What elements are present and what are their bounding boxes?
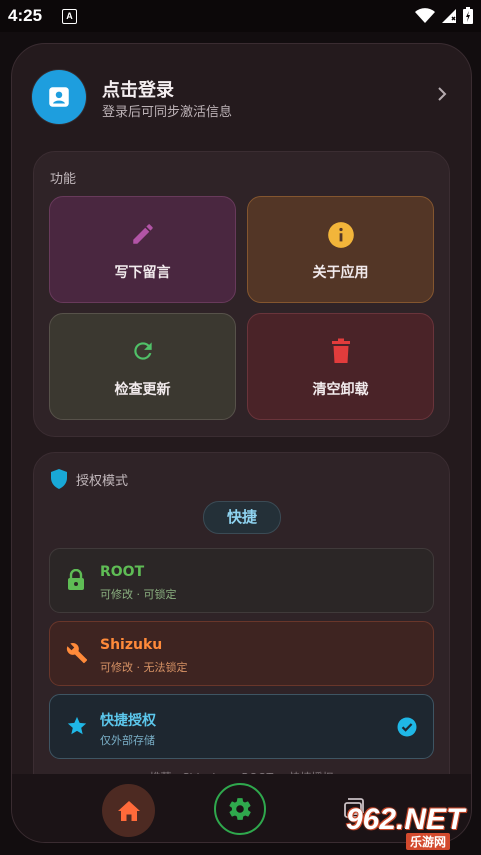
home-icon [117, 800, 140, 821]
nav-home-button[interactable] [102, 784, 155, 837]
auth-mode-card: 授权模式 快捷 ROOT 可修改 · 可锁定 Shizuku 可修改 · 无法锁… [33, 452, 450, 814]
notification-icon: A [62, 9, 77, 24]
main-panel: 点击登录 登录后可同步激活信息 功能 写下留言 关于应用 检查更新 清空卸载 授… [11, 43, 472, 843]
trash-icon [331, 338, 350, 363]
write-message-label: 写下留言 [114, 265, 171, 281]
auth-mode-header: 授权模式 [50, 469, 128, 489]
nav-settings-button[interactable] [214, 783, 266, 835]
status-icons [415, 7, 473, 24]
root-desc: 可修改 · 可锁定 [100, 588, 177, 601]
wifi-icon [415, 7, 435, 23]
refresh-icon [133, 342, 152, 360]
check-update-label: 检查更新 [114, 382, 171, 398]
write-message-button[interactable]: 写下留言 [49, 196, 236, 303]
clear-uninstall-label: 清空卸载 [312, 382, 369, 398]
clear-uninstall-button[interactable]: 清空卸载 [247, 313, 434, 420]
mode-chip[interactable]: 快捷 [203, 501, 281, 534]
status-time: 4:25 [8, 6, 43, 25]
gear-icon [229, 798, 251, 820]
features-card: 功能 写下留言 关于应用 检查更新 清空卸载 [33, 151, 450, 437]
battery-icon [463, 7, 473, 24]
wrench-icon [66, 643, 88, 664]
auth-mode-title: 授权模式 [76, 473, 129, 489]
check-circle-icon [397, 717, 417, 737]
signal-icon [442, 8, 456, 23]
watermark-sub: 乐游网 [406, 833, 451, 850]
status-bar: 4:25 A [0, 0, 481, 32]
shizuku-option[interactable]: Shizuku 可修改 · 无法锁定 [49, 621, 434, 686]
features-title: 功能 [50, 172, 77, 187]
shizuku-title: Shizuku [100, 637, 163, 653]
root-title: ROOT [100, 564, 145, 580]
about-app-button[interactable]: 关于应用 [247, 196, 434, 303]
root-option[interactable]: ROOT 可修改 · 可锁定 [49, 548, 434, 613]
quick-auth-option[interactable]: 快捷授权 仅外部存储 [49, 694, 434, 759]
check-update-button[interactable]: 检查更新 [49, 313, 236, 420]
watermark-main: 962.NET [346, 803, 465, 836]
account-icon [49, 87, 69, 107]
login-subtitle: 登录后可同步激活信息 [102, 105, 233, 120]
star-icon [67, 716, 87, 735]
quick-auth-title: 快捷授权 [100, 713, 156, 729]
shield-icon [51, 469, 67, 489]
shizuku-desc: 可修改 · 无法锁定 [100, 661, 188, 674]
lock-icon [68, 569, 84, 590]
about-app-label: 关于应用 [312, 265, 369, 281]
info-icon [327, 222, 354, 248]
avatar[interactable] [32, 70, 86, 124]
quick-auth-desc: 仅外部存储 [100, 734, 155, 747]
pencil-icon [132, 224, 153, 244]
login-title: 点击登录 [102, 80, 174, 101]
chevron-right-icon [438, 87, 447, 101]
watermark-logo: 962.NET 乐游网 [342, 803, 478, 850]
login-row[interactable]: 点击登录 登录后可同步激活信息 [12, 44, 471, 144]
